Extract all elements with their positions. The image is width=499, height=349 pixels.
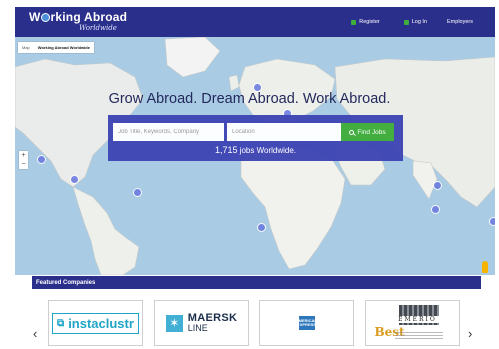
job-search-panel: Find Jobs 1,715 jobs Worldwide. bbox=[108, 115, 403, 161]
login-icon bbox=[403, 19, 409, 25]
map-job-marker[interactable] bbox=[133, 188, 142, 197]
featured-companies-header: Featured Companies bbox=[32, 276, 481, 289]
maersk-logo: ✶ MAERSK LINE bbox=[165, 313, 237, 333]
amex-logo: AMERICAN EXPRESS bbox=[296, 316, 317, 330]
nav-employers[interactable]: Employers bbox=[439, 19, 495, 25]
company-card-amex[interactable]: AMERICAN EXPRESS bbox=[259, 300, 354, 346]
map-tab-map[interactable]: Map bbox=[18, 45, 34, 50]
globe-icon bbox=[41, 13, 51, 22]
maersk-star-icon: ✶ bbox=[165, 314, 183, 332]
carousel-next-button[interactable]: › bbox=[468, 327, 472, 340]
hero-title: Grow Abroad. Dream Abroad. Work Abroad. bbox=[108, 91, 391, 107]
map-job-marker[interactable] bbox=[70, 175, 79, 184]
site-logo[interactable]: Wrking Abroad Worldwide bbox=[29, 10, 139, 36]
emerio-logo: EMERIO Best bbox=[373, 303, 453, 343]
street-view-pegman-icon[interactable] bbox=[482, 261, 488, 273]
logo-subtitle: Worldwide bbox=[79, 24, 117, 32]
top-nav: Register Log In Employers bbox=[339, 7, 495, 37]
map-type-tabs: Map Working Abroad Worldwide bbox=[18, 42, 94, 53]
zoom-in-button[interactable]: + bbox=[19, 151, 28, 160]
company-card-maersk[interactable]: ✶ MAERSK LINE bbox=[154, 300, 249, 346]
instaclustr-logo: ⧉ instaclustr bbox=[52, 312, 139, 334]
jobs-count-text: 1,715 jobs Worldwide. bbox=[108, 145, 403, 155]
company-card-instaclustr[interactable]: ⧉ instaclustr bbox=[48, 300, 143, 346]
keyword-search-input[interactable] bbox=[113, 123, 224, 141]
search-icon bbox=[349, 129, 355, 135]
jobs-count-number: 1,715 bbox=[214, 145, 238, 155]
jobs-count-suffix: jobs Worldwide. bbox=[237, 146, 297, 155]
nav-register[interactable]: Register bbox=[339, 19, 391, 25]
map-job-marker[interactable] bbox=[431, 205, 440, 214]
logo-wordmark: Wrking Abroad bbox=[29, 10, 128, 24]
nav-login[interactable]: Log In bbox=[392, 19, 439, 25]
instaclustr-mark-icon: ⧉ bbox=[57, 317, 65, 329]
map-job-marker[interactable] bbox=[37, 155, 46, 164]
company-card-emerio[interactable]: EMERIO Best bbox=[365, 300, 460, 346]
map-job-marker[interactable] bbox=[257, 223, 266, 232]
zoom-out-button[interactable]: − bbox=[19, 160, 28, 169]
map-job-marker[interactable] bbox=[433, 181, 442, 190]
location-search-input[interactable] bbox=[227, 123, 341, 141]
emerio-fine-print bbox=[394, 332, 443, 340]
featured-companies-carousel: ‹ ⧉ instaclustr ✶ MAERSK LINE AMERICAN E… bbox=[15, 289, 495, 349]
map-tab-worldwide[interactable]: Working Abroad Worldwide bbox=[34, 45, 94, 50]
find-jobs-button[interactable]: Find Jobs bbox=[341, 123, 394, 141]
map-zoom-control: + − bbox=[19, 151, 28, 169]
carousel-prev-button[interactable]: ‹ bbox=[33, 327, 37, 340]
site-header: Wrking Abroad Worldwide Register Log In … bbox=[15, 7, 495, 37]
map-job-marker[interactable] bbox=[489, 217, 495, 226]
register-icon bbox=[351, 19, 357, 25]
